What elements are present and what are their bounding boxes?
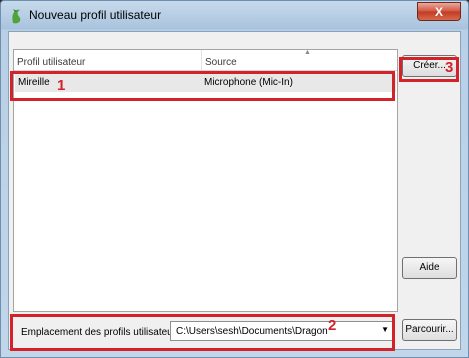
column-header-source[interactable]: Source bbox=[202, 50, 397, 70]
column-header-profile[interactable]: Profil utilisateur bbox=[14, 50, 202, 70]
sort-arrow-icon: ▲ bbox=[304, 49, 311, 56]
list-header: Profil utilisateur Source ▲ bbox=[14, 49, 397, 71]
annotation-box-2 bbox=[10, 314, 395, 351]
dialog-window: Nouveau profil utilisateur X Profil util… bbox=[0, 0, 469, 358]
browse-button[interactable]: Parcourir... bbox=[402, 319, 457, 341]
window-title: Nouveau profil utilisateur bbox=[29, 8, 162, 22]
annotation-box-1 bbox=[10, 71, 395, 101]
dragon-app-icon bbox=[12, 9, 21, 24]
help-button[interactable]: Aide bbox=[402, 257, 457, 279]
title-bar[interactable]: Nouveau profil utilisateur X bbox=[1, 1, 468, 31]
annotation-label-2: 2 bbox=[328, 317, 337, 334]
annotation-label-1: 1 bbox=[57, 77, 66, 94]
annotation-label-3: 3 bbox=[445, 59, 454, 76]
close-button[interactable]: X bbox=[417, 2, 461, 21]
